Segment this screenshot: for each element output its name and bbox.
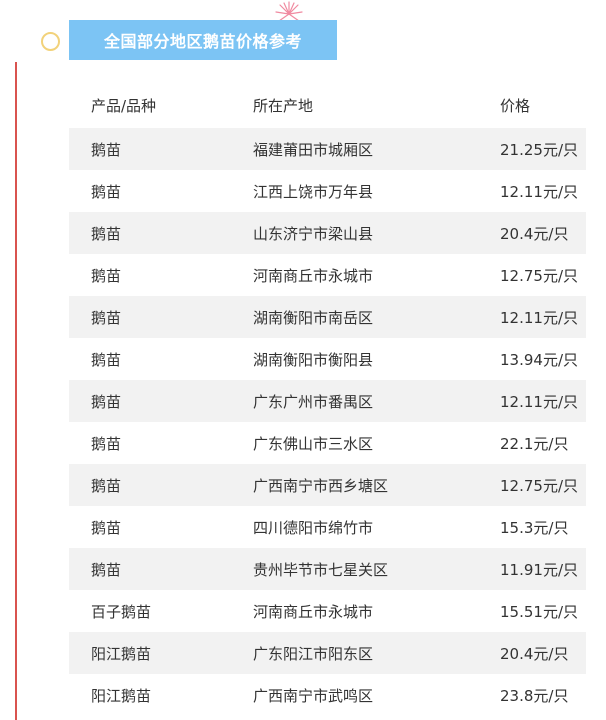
table-row: 鹅苗 四川德阳市绵竹市 15.3元/只 bbox=[69, 506, 586, 548]
table-header-row: 产品/品种 所在产地 价格 bbox=[69, 82, 586, 128]
cell-origin: 广东广州市番禺区 bbox=[253, 392, 374, 411]
cell-price: 12.75元/只 bbox=[500, 266, 578, 285]
cell-price: 22.1元/只 bbox=[500, 434, 569, 453]
table-row: 鹅苗 湖南衡阳市南岳区 12.11元/只 bbox=[69, 296, 586, 338]
table-row: 鹅苗 河南商丘市永城市 12.75元/只 bbox=[69, 254, 586, 296]
cell-price: 15.51元/只 bbox=[500, 602, 578, 621]
table-row: 鹅苗 广东广州市番禺区 12.11元/只 bbox=[69, 380, 586, 422]
cell-product: 阳江鹅苗 bbox=[91, 644, 152, 663]
side-divider-line bbox=[15, 62, 17, 720]
cell-origin: 广西南宁市西乡塘区 bbox=[253, 476, 389, 495]
cell-product: 鹅苗 bbox=[91, 434, 122, 453]
table-row: 阳江鹅苗 广西南宁市武鸣区 23.8元/只 bbox=[69, 674, 586, 716]
cell-product: 鹅苗 bbox=[91, 140, 122, 159]
cell-origin: 贵州毕节市七星关区 bbox=[253, 560, 389, 579]
cell-product: 鹅苗 bbox=[91, 350, 122, 369]
table-row: 鹅苗 贵州毕节市七星关区 11.91元/只 bbox=[69, 548, 586, 590]
cell-product: 鹅苗 bbox=[91, 392, 122, 411]
table-row: 百子鹅苗 河南商丘市永城市 15.51元/只 bbox=[69, 590, 586, 632]
cell-origin: 广西南宁市武鸣区 bbox=[253, 686, 374, 705]
cell-price: 12.11元/只 bbox=[500, 392, 578, 411]
table-row: 鹅苗 山东济宁市梁山县 20.4元/只 bbox=[69, 212, 586, 254]
page: 全国部分地区鹅苗价格参考 产品/品种 所在产地 价格 鹅苗 福建莆田市城厢区 2… bbox=[0, 0, 606, 720]
cell-price: 20.4元/只 bbox=[500, 224, 569, 243]
header-product: 产品/品种 bbox=[91, 96, 157, 115]
table-row: 鹅苗 福建莆田市城厢区 21.25元/只 bbox=[69, 128, 586, 170]
cell-price: 13.94元/只 bbox=[500, 350, 578, 369]
cell-price: 15.3元/只 bbox=[500, 518, 569, 537]
table-row: 鹅苗 广西南宁市西乡塘区 12.75元/只 bbox=[69, 464, 586, 506]
cell-product: 鹅苗 bbox=[91, 560, 122, 579]
header-price: 价格 bbox=[500, 96, 531, 115]
cell-origin: 江西上饶市万年县 bbox=[253, 182, 374, 201]
title-banner: 全国部分地区鹅苗价格参考 bbox=[69, 20, 337, 60]
decorative-circle-icon bbox=[41, 32, 60, 51]
cell-product: 鹅苗 bbox=[91, 182, 122, 201]
cell-price: 12.75元/只 bbox=[500, 476, 578, 495]
table-row: 鹅苗 湖南衡阳市衡阳县 13.94元/只 bbox=[69, 338, 586, 380]
cell-price: 12.11元/只 bbox=[500, 308, 578, 327]
cell-origin: 湖南衡阳市衡阳县 bbox=[253, 350, 374, 369]
cell-price: 21.25元/只 bbox=[500, 140, 578, 159]
cell-price: 20.4元/只 bbox=[500, 644, 569, 663]
cell-product: 鹅苗 bbox=[91, 518, 122, 537]
cell-price: 12.11元/只 bbox=[500, 182, 578, 201]
cell-origin: 河南商丘市永城市 bbox=[253, 266, 374, 285]
cell-product: 百子鹅苗 bbox=[91, 602, 152, 621]
cell-price: 23.8元/只 bbox=[500, 686, 569, 705]
cell-origin: 广东阳江市阳东区 bbox=[253, 644, 374, 663]
cell-origin: 山东济宁市梁山县 bbox=[253, 224, 374, 243]
cell-product: 鹅苗 bbox=[91, 308, 122, 327]
cell-product: 鹅苗 bbox=[91, 476, 122, 495]
header-origin: 所在产地 bbox=[253, 96, 314, 115]
cell-origin: 四川德阳市绵竹市 bbox=[253, 518, 374, 537]
price-table: 产品/品种 所在产地 价格 鹅苗 福建莆田市城厢区 21.25元/只 鹅苗 江西… bbox=[69, 82, 586, 716]
table-row: 鹅苗 广东佛山市三水区 22.1元/只 bbox=[69, 422, 586, 464]
cell-product: 阳江鹅苗 bbox=[91, 686, 152, 705]
cell-product: 鹅苗 bbox=[91, 224, 122, 243]
page-title: 全国部分地区鹅苗价格参考 bbox=[103, 32, 302, 51]
cell-origin: 广东佛山市三水区 bbox=[253, 434, 374, 453]
table-row: 阳江鹅苗 广东阳江市阳东区 20.4元/只 bbox=[69, 632, 586, 674]
cell-origin: 湖南衡阳市南岳区 bbox=[253, 308, 374, 327]
cell-product: 鹅苗 bbox=[91, 266, 122, 285]
cell-origin: 福建莆田市城厢区 bbox=[253, 140, 374, 159]
cell-price: 11.91元/只 bbox=[500, 560, 578, 579]
table-row: 鹅苗 江西上饶市万年县 12.11元/只 bbox=[69, 170, 586, 212]
cell-origin: 河南商丘市永城市 bbox=[253, 602, 374, 621]
